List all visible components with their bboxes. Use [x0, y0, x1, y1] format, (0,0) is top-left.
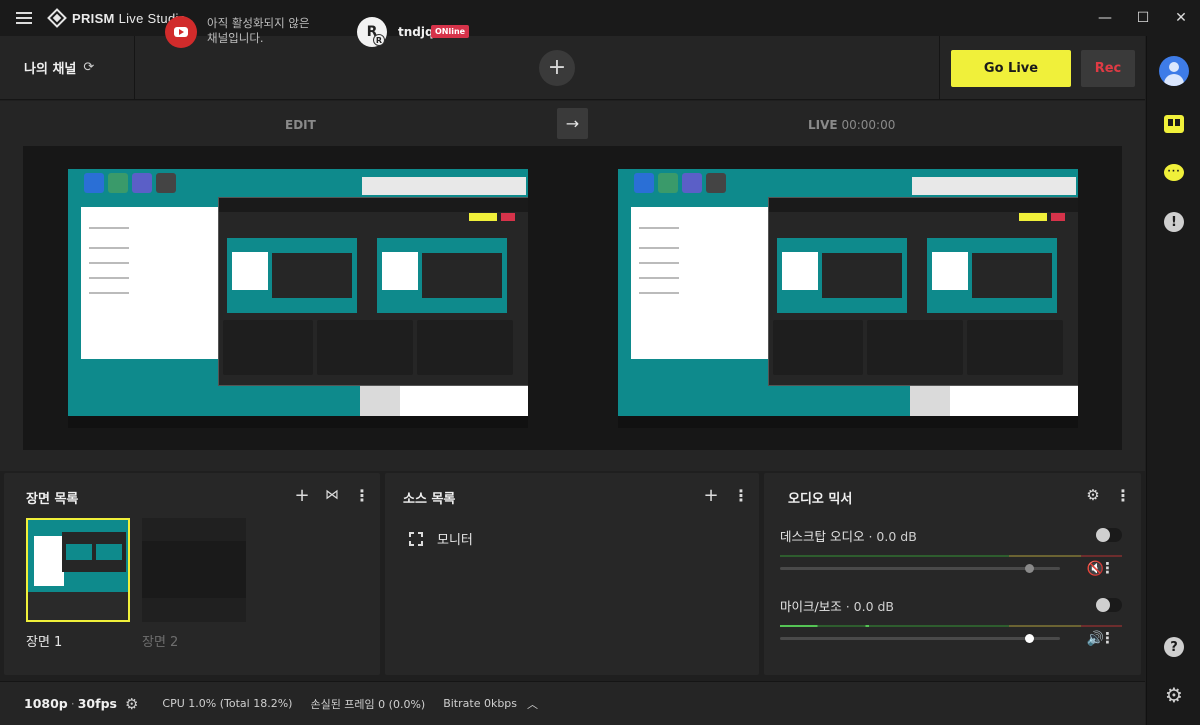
youtube-channel-icon[interactable] — [165, 16, 197, 48]
alert-icon[interactable]: ! — [1160, 208, 1188, 236]
live-timer: 00:00:00 — [841, 118, 896, 132]
prism-logo-icon — [47, 8, 67, 28]
brand-bold: PRISM — [72, 10, 115, 26]
audio-settings-gear-icon[interactable]: ⚙ — [1085, 485, 1101, 505]
refresh-icon[interactable]: ⟳ — [83, 60, 94, 75]
audio-level-meter — [780, 555, 1122, 557]
scene-transition-icon[interactable]: ⋈ — [324, 485, 340, 505]
live-preview-screen — [618, 169, 1078, 428]
transition-button[interactable]: → — [557, 108, 588, 139]
live-label: LIVE 00:00:00 — [808, 118, 896, 132]
audio-mixer-title: 오디오 믹서 — [788, 492, 853, 507]
fps: 30fps — [77, 696, 117, 711]
add-source-icon[interactable]: + — [703, 485, 719, 506]
channel-avatar[interactable]: R R — [357, 17, 387, 47]
monitor-capture-icon — [409, 531, 423, 546]
rec-button[interactable]: Rec — [1081, 50, 1135, 87]
maximize-button[interactable]: ☐ — [1124, 0, 1162, 36]
source-dock: 소스 목록 + ⋮ 모니터 — [385, 473, 759, 675]
online-badge: ONline — [431, 25, 470, 38]
audio-level: 0.0 dB — [853, 599, 895, 614]
add-channel-button[interactable]: + — [539, 50, 575, 86]
chat-icon[interactable]: ··· — [1160, 158, 1188, 186]
go-live-button[interactable]: Go Live — [951, 50, 1071, 87]
scene-label[interactable]: 장면 1 — [26, 631, 62, 650]
volume-fader-knob[interactable] — [1025, 564, 1035, 573]
audio-mixer-dock: 오디오 믹서 ⚙ ⋮ 데스크탑 오디오 · 0.0 dB 🔇 ⋮ 마이크/보조 … — [764, 473, 1141, 675]
channel-more-icon[interactable]: ⋮ — [1100, 629, 1115, 647]
status-bar: 1080p · 30fps ⚙ CPU 1.0% (Total 18.2%) 손실된… — [0, 681, 1145, 725]
source-item[interactable]: 모니터 — [409, 529, 473, 548]
scene-thumbnail-active[interactable] — [26, 518, 130, 622]
preview-area: EDIT → LIVE 00:00:00 — [0, 101, 1145, 471]
output-settings-gear-icon[interactable]: ⚙ — [125, 695, 138, 713]
edit-label: EDIT — [285, 118, 316, 132]
dropped-frames: 손실된 프레임 0 (0.0%) — [310, 697, 426, 711]
channel-more-icon[interactable]: ⋮ — [1100, 559, 1115, 577]
app-logo: PRISM Live Studio — [47, 8, 186, 28]
help-icon[interactable]: ? — [1160, 633, 1188, 661]
scene-dock-title: 장면 목록 — [26, 492, 79, 507]
bitrate: Bitrate 0kbps — [443, 697, 518, 710]
source-label: 모니터 — [437, 533, 473, 548]
my-channel-label: 나의 채널 — [24, 62, 77, 77]
scene-label[interactable]: 장면 2 — [142, 631, 178, 650]
chevron-up-icon[interactable]: ︿ — [527, 696, 538, 712]
broadcast-controls: Go Live Rec — [939, 36, 1145, 100]
audio-toggle[interactable] — [1096, 528, 1122, 542]
scene-dock: 장면 목록 + ⋈ ⋮ 장면 1 장면 2 — [4, 473, 380, 675]
source-dock-title: 소스 목록 — [403, 492, 456, 507]
menu-icon[interactable] — [16, 12, 32, 24]
audio-level: 0.0 dB — [876, 529, 917, 544]
audio-more-icon[interactable]: ⋮ — [1115, 485, 1131, 505]
add-scene-icon[interactable]: + — [294, 485, 310, 506]
profile-avatar-icon[interactable] — [1159, 56, 1189, 86]
resolution: 1080p — [24, 696, 68, 711]
youtube-status-text: 아직 활성화되지 않은 채널입니다. — [207, 16, 310, 45]
edit-preview-screen[interactable] — [68, 169, 528, 428]
scene-thumbnail[interactable] — [142, 518, 246, 622]
right-sidebar: ··· ! ? ⚙ — [1146, 36, 1200, 725]
audio-level-meter — [780, 625, 1122, 627]
audio-toggle[interactable] — [1096, 598, 1122, 612]
source-more-icon[interactable]: ⋮ — [733, 485, 749, 505]
volume-fader-track[interactable] — [780, 567, 1060, 570]
audio-channel-name: 데스크탑 오디오 — [780, 529, 865, 544]
scene-more-icon[interactable]: ⋮ — [354, 485, 370, 505]
volume-fader-knob[interactable] — [1025, 634, 1035, 643]
cpu-usage: CPU 1.0% (Total 18.2%) — [162, 697, 293, 710]
my-channel: 나의 채널 ⟳ — [0, 35, 135, 100]
beauty-board-icon[interactable] — [1160, 110, 1188, 138]
channel-name: tndjq — [398, 25, 434, 39]
platform-sub-icon: R — [373, 34, 385, 46]
output-format[interactable]: 1080p · 30fps — [24, 696, 117, 711]
audio-channel-name: 마이크/보조 — [780, 599, 842, 614]
close-button[interactable]: ✕ — [1162, 0, 1200, 36]
settings-gear-icon[interactable]: ⚙ — [1160, 681, 1188, 709]
volume-fader-track[interactable] — [780, 637, 1060, 640]
preview-canvas — [23, 146, 1122, 450]
minimize-button[interactable]: — — [1086, 0, 1124, 36]
